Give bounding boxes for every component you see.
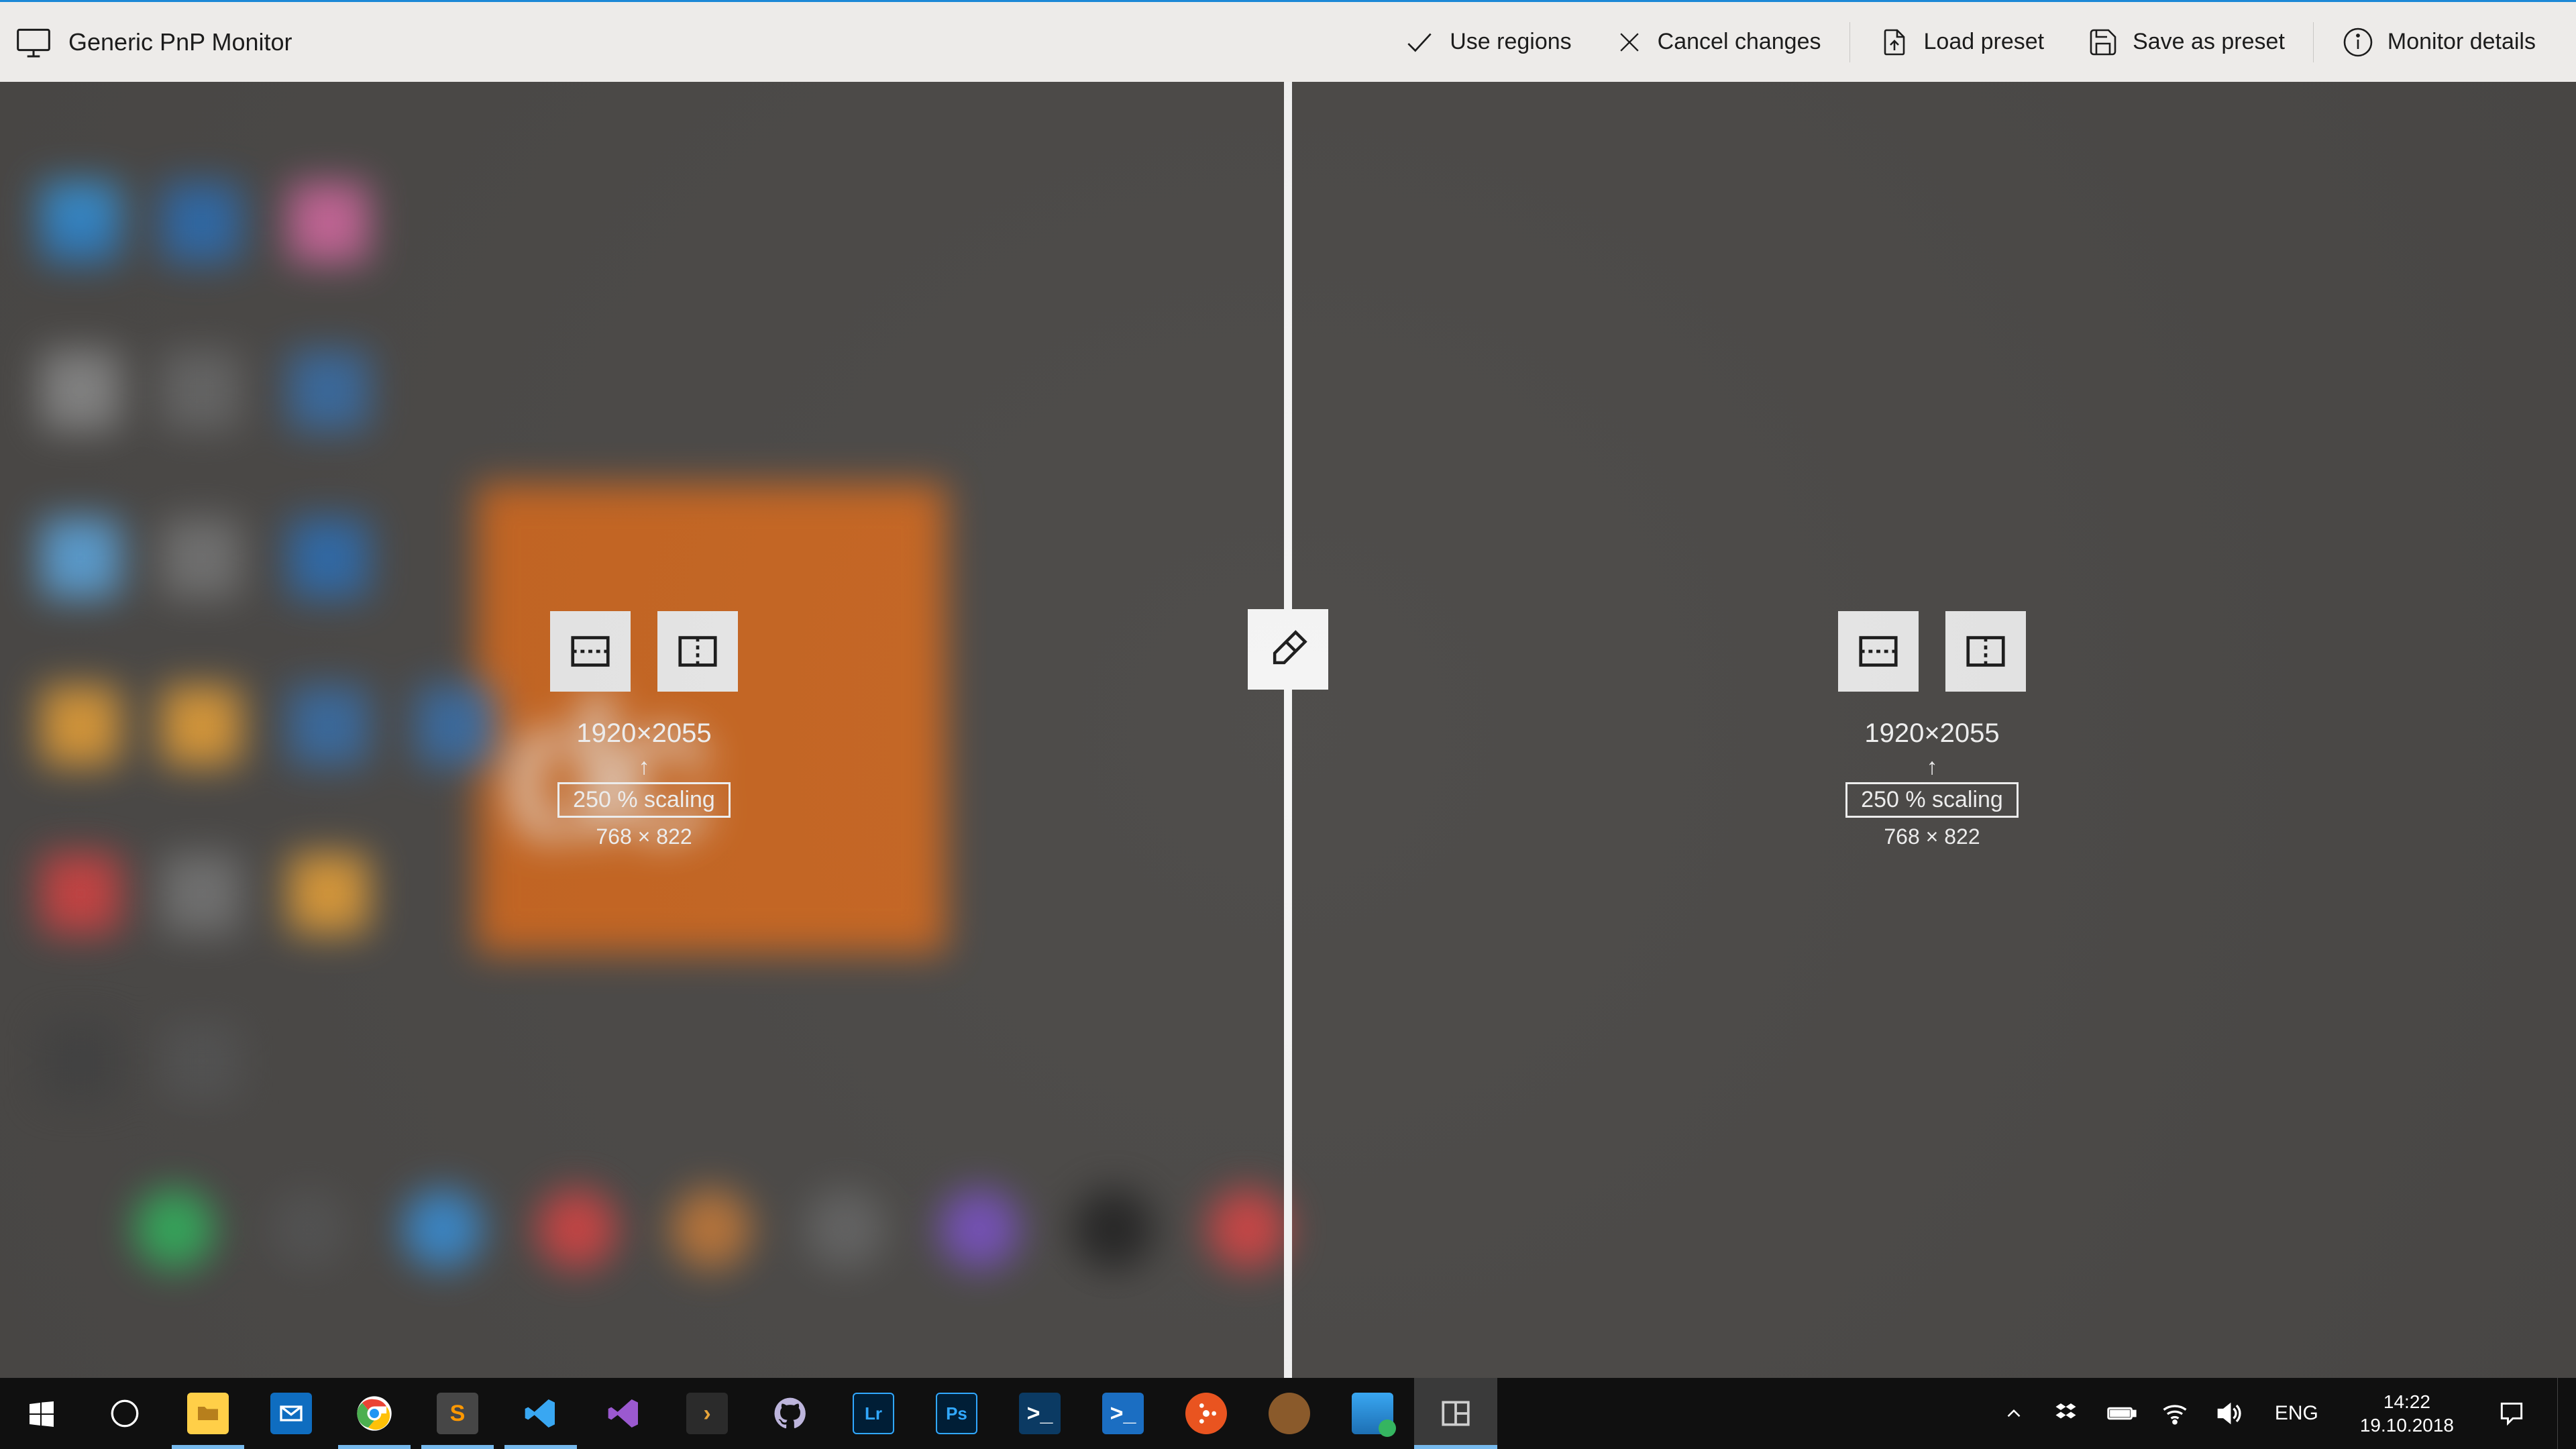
powershell-icon: >_ [1102,1393,1144,1434]
taskbar-app-visualstudio[interactable] [582,1378,665,1449]
chrome-icon [354,1393,395,1434]
info-icon [2342,26,2374,58]
taskbar-app-misc2[interactable] [1331,1378,1414,1449]
region-left[interactable]: 1920×2055 ↑ 250 % scaling 768 × 822 [0,82,1288,1378]
wifi-icon[interactable] [2158,1378,2192,1449]
arrow-up-icon: ↑ [639,755,650,778]
toolbar-separator [1849,22,1850,62]
tray-overflow-button[interactable] [1997,1378,2031,1449]
cancel-changes-button[interactable]: Cancel changes [1593,1,1843,83]
show-desktop-button[interactable] [2557,1378,2569,1449]
use-regions-button[interactable]: Use regions [1381,1,1593,83]
monitor-details-label: Monitor details [2387,29,2536,55]
github-icon [769,1393,811,1434]
lightroom-icon: Lr [853,1393,894,1434]
folder-icon [187,1393,229,1434]
action-center-button[interactable] [2486,1378,2537,1449]
taskbar-app-mail[interactable] [250,1378,333,1449]
region-overlay-right: 1920×2055 ↑ 250 % scaling 768 × 822 [1838,611,2026,849]
toolbar-separator [2313,22,2314,62]
sublime-icon: S [437,1393,478,1434]
cortana-button[interactable] [83,1378,166,1449]
taskbar-app-current[interactable] [1414,1378,1497,1449]
eraser-handle[interactable] [1248,609,1328,690]
load-preset-button[interactable]: Load preset [1857,1,2066,83]
ubuntu-icon [1185,1393,1227,1434]
region-divider[interactable] [1284,82,1292,1378]
save-preset-label: Save as preset [2133,29,2285,55]
check-icon [1403,25,1436,59]
app-icon [1352,1393,1393,1434]
taskbar-app-ubuntu[interactable] [1165,1378,1248,1449]
taskbar-app-lightroom[interactable]: Lr [832,1378,915,1449]
battery-icon[interactable] [2104,1378,2138,1449]
taskbar-app-powershell2[interactable]: >_ [1081,1378,1165,1449]
start-button[interactable] [0,1378,83,1449]
taskbar-app-powershell1[interactable]: >_ [998,1378,1081,1449]
split-horizontal-button[interactable] [550,611,631,692]
split-horizontal-button[interactable] [1838,611,1919,692]
region-resolution: 1920×2055 [576,718,711,749]
visualstudio-icon [603,1393,645,1434]
taskbar-app-vscode[interactable] [499,1378,582,1449]
load-preset-icon [1878,26,1911,58]
volume-icon[interactable] [2212,1378,2245,1449]
regions-app-icon [1435,1393,1477,1434]
circle-icon [104,1393,146,1434]
dropbox-icon[interactable] [2051,1378,2084,1449]
windows-icon [21,1393,62,1434]
region-scaling[interactable]: 250 % scaling [557,782,731,818]
toolbar: Generic PnP Monitor Use regions Cancel c… [0,0,2576,82]
region-resolution: 1920×2055 [1864,718,1999,749]
arrow-up-icon: ↑ [1927,755,1938,778]
region-overlay-left: 1920×2055 ↑ 250 % scaling 768 × 822 [550,611,738,849]
taskbar-app-photoshop[interactable]: Ps [915,1378,998,1449]
monitor-details-button[interactable]: Monitor details [2320,1,2557,83]
taskbar-app-github[interactable] [749,1378,832,1449]
workarea: dc [0,82,2576,1378]
split-vertical-button[interactable] [657,611,738,692]
plex-icon: › [686,1393,728,1434]
region-scaling[interactable]: 250 % scaling [1845,782,2019,818]
photoshop-icon: Ps [936,1393,977,1434]
taskbar-app-chrome[interactable] [333,1378,416,1449]
taskbar-app-misc1[interactable] [1248,1378,1331,1449]
tray-language[interactable]: ENG [2265,1402,2328,1425]
close-icon [1615,28,1644,57]
system-tray: ENG 14:22 19.10.2018 [1997,1378,2576,1449]
taskbar-app-plex[interactable]: › [665,1378,749,1449]
use-regions-label: Use regions [1450,29,1571,55]
save-preset-button[interactable]: Save as preset [2065,1,2306,83]
split-vertical-button[interactable] [1945,611,2026,692]
load-preset-label: Load preset [1924,29,2045,55]
save-preset-icon [2087,26,2119,58]
powershell-icon: >_ [1019,1393,1061,1434]
tray-date: 19.10.2018 [2360,1413,2454,1437]
taskbar-app-sublime[interactable]: S [416,1378,499,1449]
cancel-changes-label: Cancel changes [1658,29,1821,55]
monitor-icon [15,23,52,61]
vscode-icon [520,1393,561,1434]
region-right[interactable]: 1920×2055 ↑ 250 % scaling 768 × 822 [1288,82,2576,1378]
taskbar-app-explorer[interactable] [166,1378,250,1449]
region-scaled-resolution: 768 × 822 [1884,824,1980,849]
mail-icon [270,1393,312,1434]
region-scaled-resolution: 768 × 822 [596,824,692,849]
taskbar: S › Lr Ps >_ >_ [0,1378,2576,1449]
app-icon [1269,1393,1310,1434]
tray-time: 14:22 [2383,1390,2430,1413]
monitor-title: Generic PnP Monitor [68,28,292,56]
tray-clock[interactable]: 14:22 19.10.2018 [2348,1390,2466,1437]
